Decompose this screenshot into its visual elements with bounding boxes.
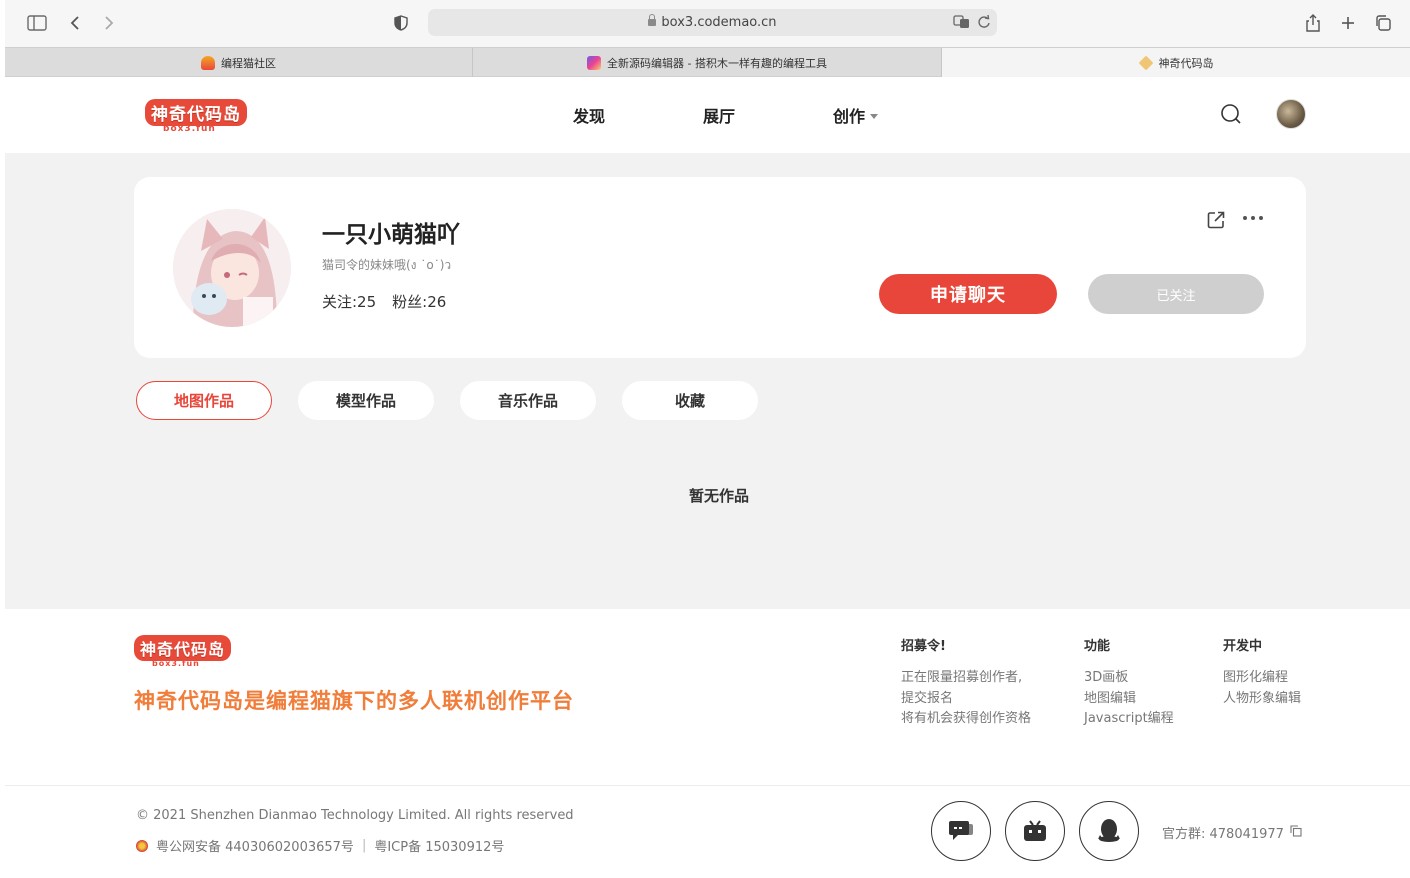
footer-column-features: 功能 3D画板 地图编辑 Javascript编程	[1084, 635, 1174, 730]
icp-record-link[interactable]: 粤ICP备 15030912号	[374, 836, 504, 855]
footer-link[interactable]: 正在限量招募创作者,	[901, 668, 1031, 689]
footer-column-title: 开发中	[1223, 639, 1263, 654]
site-footer: 神奇代码岛 box3.fun 神奇代码岛是编程猫旗下的多人联机创作平台 招募令!…	[5, 609, 1410, 878]
footer-slogan: 神奇代码岛是编程猫旗下的多人联机创作平台	[134, 689, 574, 713]
editor-favicon-icon	[587, 55, 602, 70]
share-icon[interactable]	[1301, 11, 1325, 35]
caret-down-icon	[870, 114, 879, 119]
record-separator: |	[361, 838, 367, 853]
followed-button[interactable]: 已关注	[1088, 274, 1264, 314]
footer-link[interactable]: Javascript编程	[1084, 709, 1174, 730]
footer-link[interactable]: 将有机会获得创作资格	[901, 709, 1031, 730]
footer-link[interactable]: 3D画板	[1084, 668, 1174, 689]
footer-link[interactable]: 提交报名	[901, 689, 1031, 710]
address-bar[interactable]: box3.codemao.cn	[428, 9, 997, 36]
search-icon[interactable]	[1220, 103, 1242, 125]
tab-map-works[interactable]: 地图作品	[136, 381, 272, 420]
tab-label: 编程猫社区	[221, 56, 276, 70]
tab-overview-icon[interactable]	[1371, 11, 1395, 35]
apply-chat-button[interactable]: 申请聊天	[879, 274, 1057, 314]
footer-link[interactable]: 地图编辑	[1084, 689, 1174, 710]
footer-link[interactable]: 图形化编程	[1223, 668, 1301, 689]
profile-main: 一只小萌猫吖 猫司令的妹妹哦(ง ˙o˙)ว 关注:25 粉丝:26 申请聊天 …	[5, 153, 1410, 609]
user-signature: 猫司令的妹妹哦(ง ˙o˙)ว	[322, 258, 452, 272]
footer-link[interactable]: 人物形象编辑	[1223, 689, 1301, 710]
privacy-shield-icon[interactable]	[389, 11, 413, 35]
footer-column-recruit: 招募令! 正在限量招募创作者, 提交报名 将有机会获得创作资格	[901, 635, 1031, 730]
record-info: 粤公网安备 44030602003657号 | 粤ICP备 15030912号	[136, 836, 504, 855]
footer-column-developing: 开发中 图形化编程 人物形象编辑	[1223, 635, 1301, 709]
qq-penguin-icon	[1098, 819, 1120, 842]
community-chat-button[interactable]	[931, 801, 991, 861]
back-icon[interactable]	[63, 11, 87, 35]
nav-discover[interactable]: 发现	[573, 103, 605, 127]
footer-logo-text: 神奇代码岛	[134, 635, 232, 661]
followers-count[interactable]: 粉丝:26	[392, 291, 446, 312]
tab-label: 神奇代码岛	[1158, 56, 1214, 70]
qq-button[interactable]	[1079, 801, 1139, 861]
browser-window: box3.codemao.cn 编程猫社区 全新源码编辑器 - 搭积木一样有趣的…	[0, 0, 1410, 878]
site-header: 神奇代码岛 box3.fun 发现 展厅 创作	[5, 77, 1410, 153]
nav-gallery[interactable]: 展厅	[703, 103, 735, 127]
empty-state-text: 暂无作品	[688, 487, 749, 505]
profile-card: 一只小萌猫吖 猫司令的妹妹哦(ง ˙o˙)ว 关注:25 粉丝:26 申请聊天 …	[134, 177, 1306, 358]
official-qq-group: 官方群: 478041977	[1162, 823, 1302, 842]
tab-favorites[interactable]: 收藏	[622, 381, 758, 420]
sidebar-toggle-icon[interactable]	[25, 11, 49, 35]
forward-icon[interactable]	[97, 11, 121, 35]
police-badge-icon	[136, 839, 148, 852]
footer-divider	[5, 785, 1410, 786]
chat-bubble-icon	[949, 821, 973, 840]
footer-logo[interactable]: 神奇代码岛 box3.fun	[134, 635, 232, 668]
bilibili-button[interactable]	[1005, 801, 1065, 861]
tab-codemao-community[interactable]: 编程猫社区	[5, 48, 473, 77]
user-name: 一只小萌猫吖	[322, 222, 460, 248]
tab-box3[interactable]: 神奇代码岛	[942, 48, 1410, 77]
footer-logo-subtext: box3.fun	[152, 659, 200, 668]
footer-column-title: 功能	[1084, 639, 1111, 654]
box3-favicon-icon	[1138, 55, 1153, 70]
copy-icon[interactable]	[1290, 824, 1302, 841]
codemao-favicon-icon	[201, 55, 215, 70]
browser-tab-bar: 编程猫社区 全新源码编辑器 - 搭积木一样有趣的编程工具 神奇代码岛	[5, 47, 1410, 77]
logo-subtext: box3.fun	[163, 124, 216, 134]
address-url: box3.codemao.cn	[661, 15, 777, 30]
browser-toolbar: box3.codemao.cn	[5, 0, 1410, 47]
footer-column-title: 招募令!	[901, 639, 946, 654]
profile-avatar	[173, 209, 291, 327]
external-share-icon[interactable]	[1206, 210, 1226, 230]
tab-music-works[interactable]: 音乐作品	[460, 381, 596, 420]
nav-create-label: 创作	[833, 107, 866, 126]
user-stats: 关注:25 粉丝:26	[322, 291, 446, 312]
tab-label: 全新源码编辑器 - 搭积木一样有趣的编程工具	[607, 56, 827, 70]
bilibili-tv-icon	[1024, 820, 1046, 841]
tab-model-works[interactable]: 模型作品	[298, 381, 434, 420]
nav-create[interactable]: 创作	[833, 103, 879, 127]
site-logo[interactable]: 神奇代码岛 box3.fun	[145, 99, 247, 134]
logo-text: 神奇代码岛	[145, 99, 247, 126]
new-tab-icon[interactable]	[1336, 11, 1360, 35]
tab-source-editor[interactable]: 全新源码编辑器 - 搭积木一样有趣的编程工具	[473, 48, 942, 77]
translate-icon[interactable]	[953, 14, 971, 33]
more-options-icon[interactable]	[1243, 208, 1267, 228]
user-avatar[interactable]	[1276, 99, 1306, 129]
following-count[interactable]: 关注:25	[322, 291, 376, 312]
lock-icon	[648, 14, 657, 26]
reload-icon[interactable]	[977, 14, 991, 33]
qq-group-text: 官方群: 478041977	[1162, 827, 1284, 842]
copyright-text: © 2021 Shenzhen Dianmao Technology Limit…	[136, 808, 574, 823]
police-record-link[interactable]: 粤公网安备 44030602003657号	[156, 836, 354, 855]
